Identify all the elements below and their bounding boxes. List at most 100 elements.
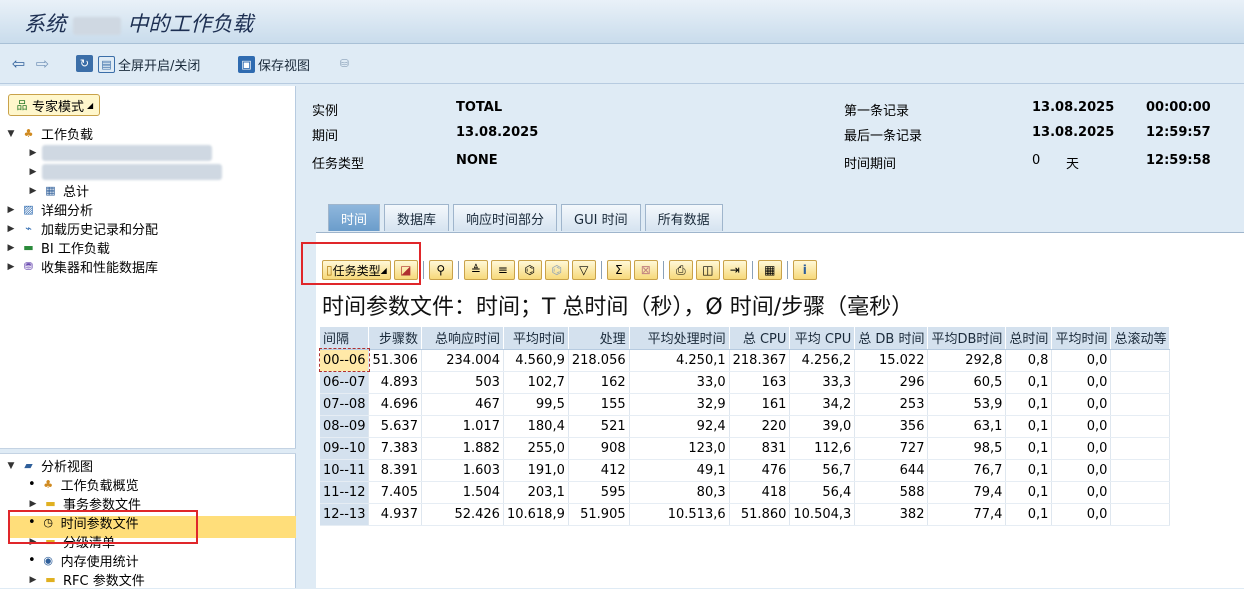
table-cell[interactable] — [1110, 437, 1171, 460]
table-cell[interactable]: 7.405 — [368, 481, 422, 504]
view-memory-usage[interactable]: • ◉ 内存使用统计 — [6, 551, 145, 570]
table-cell[interactable]: 595 — [568, 481, 630, 504]
table-cell[interactable]: 1.504 — [421, 481, 504, 504]
layout-button[interactable]: ▦ — [757, 260, 782, 280]
tab-all-data[interactable]: 所有数据 — [644, 204, 723, 231]
table-cell[interactable]: 32,9 — [629, 393, 730, 416]
subtotal-button[interactable]: ⊠ — [633, 260, 658, 280]
table-cell[interactable]: 218.367 — [729, 349, 791, 372]
column-header[interactable]: 间隔 — [320, 327, 370, 350]
table-cell[interactable]: 588 — [854, 481, 929, 504]
tree-node-collector[interactable]: ▶ ⛃ 收集器和性能数据库 — [6, 257, 222, 276]
table-cell[interactable]: 412 — [568, 459, 630, 482]
table-cell[interactable]: 1.882 — [421, 437, 504, 460]
table-cell[interactable]: 51.860 — [729, 503, 791, 526]
find-next-button[interactable]: ⌬ — [544, 260, 569, 280]
table-cell[interactable]: 0,1 — [1005, 437, 1053, 460]
table-row[interactable]: 00--06 51.306 234.004 4.560,9 218.056 4.250,1… — [319, 348, 1171, 372]
table-cell[interactable]: 92,4 — [629, 415, 730, 438]
column-header[interactable]: 步骤数 — [368, 327, 422, 350]
table-cell[interactable]: 15.022 — [854, 349, 929, 372]
interval-cell[interactable]: 08--09 — [320, 415, 370, 438]
table-cell[interactable]: 476 — [729, 459, 791, 482]
table-cell[interactable]: 56,4 — [789, 481, 856, 504]
table-cell[interactable]: 49,1 — [629, 459, 730, 482]
column-header[interactable]: 总 DB 时间 — [854, 327, 929, 350]
table-row[interactable]: 11--12 7.405 1.504 203,1 595 80,3 418 56,4 588 79… — [320, 481, 1171, 504]
table-cell[interactable] — [1110, 481, 1171, 504]
table-cell[interactable]: 382 — [854, 503, 929, 526]
table-cell[interactable]: 218.056 — [568, 349, 630, 372]
table-row[interactable]: 12--13 4.937 52.426 10.618,9 51.905 10.513,6 5… — [320, 503, 1171, 526]
table-cell[interactable]: 0,0 — [1051, 415, 1112, 438]
interval-cell[interactable]: 06--07 — [320, 371, 370, 394]
table-cell[interactable]: 0,1 — [1005, 459, 1053, 482]
table-cell[interactable]: 33,3 — [789, 371, 856, 394]
table-cell[interactable]: 5.637 — [368, 415, 422, 438]
table-cell[interactable]: 53,9 — [927, 393, 1007, 416]
table-cell[interactable]: 39,0 — [789, 415, 856, 438]
table-cell[interactable] — [1110, 459, 1171, 482]
tree-node-load-history[interactable]: ▶ ⌁ 加载历史记录和分配 — [6, 219, 222, 238]
table-cell[interactable]: 79,4 — [927, 481, 1007, 504]
interval-cell[interactable]: 07--08 — [320, 393, 370, 416]
table-cell[interactable]: 34,2 — [789, 393, 856, 416]
tree-node-detail-analysis[interactable]: ▶ ▨ 详细分析 — [6, 200, 222, 219]
table-cell[interactable]: 112,6 — [789, 437, 856, 460]
table-cell[interactable]: 162 — [568, 371, 630, 394]
sum-button[interactable]: Σ — [606, 260, 631, 280]
table-cell[interactable] — [1110, 415, 1171, 438]
table-cell[interactable]: 10.618,9 — [503, 503, 569, 526]
table-cell[interactable]: 253 — [854, 393, 929, 416]
tree-node-analysis-view[interactable]: ▼ ▰ 分析视图 — [6, 456, 145, 475]
column-header[interactable]: 总时间 — [1005, 327, 1053, 350]
table-cell[interactable]: 4.560,9 — [503, 349, 569, 372]
table-cell[interactable]: 0,1 — [1005, 415, 1053, 438]
tree-node-bi-workload[interactable]: ▶ ▬ BI 工作负载 — [6, 238, 222, 257]
table-cell[interactable]: 0,0 — [1051, 349, 1112, 372]
table-cell[interactable]: 220 — [729, 415, 791, 438]
table-cell[interactable]: 467 — [421, 393, 504, 416]
column-header[interactable]: 平均时间 — [503, 327, 569, 350]
view-rfc-profile[interactable]: ▶ ▬ RFC 参数文件 — [6, 570, 145, 589]
table-cell[interactable]: 0,0 — [1051, 371, 1112, 394]
filter-button[interactable]: ▽ — [571, 260, 596, 280]
table-cell[interactable]: 52.426 — [421, 503, 504, 526]
column-header[interactable]: 平均时间 — [1051, 327, 1112, 350]
table-cell[interactable] — [1110, 503, 1171, 526]
sort-ascending-button[interactable]: ≜ — [463, 260, 488, 280]
table-cell[interactable] — [1110, 371, 1171, 394]
table-cell[interactable]: 418 — [729, 481, 791, 504]
table-cell[interactable]: 4.256,2 — [789, 349, 856, 372]
table-cell[interactable]: 831 — [729, 437, 791, 460]
table-cell[interactable]: 77,4 — [927, 503, 1007, 526]
save-view-button[interactable]: ▣ 保存视图 — [238, 55, 310, 74]
table-cell[interactable]: 98,5 — [927, 437, 1007, 460]
table-cell[interactable]: 163 — [729, 371, 791, 394]
column-header[interactable]: 平均 CPU — [789, 327, 856, 350]
forward-button[interactable]: ⇨ — [34, 54, 51, 73]
table-cell[interactable]: 234.004 — [421, 349, 504, 372]
table-row[interactable]: 09--10 7.383 1.882 255,0 908 123,0 831 112,6 727… — [320, 437, 1171, 460]
table-row[interactable]: 08--09 5.637 1.017 180,4 521 92,4 220 39,0 356 63… — [320, 415, 1171, 438]
interval-cell[interactable]: 10--11 — [320, 459, 370, 482]
column-header[interactable]: 总响应时间 — [421, 327, 504, 350]
table-row[interactable]: 07--08 4.696 467 99,5 155 32,9 161 34,2 253 53,9 0… — [320, 393, 1171, 416]
table-cell[interactable]: 76,7 — [927, 459, 1007, 482]
table-cell[interactable]: 99,5 — [503, 393, 569, 416]
interval-cell[interactable]: 12--13 — [320, 503, 370, 526]
table-cell[interactable]: 155 — [568, 393, 630, 416]
tree-node-total[interactable]: ▶ ▦ 总计 — [6, 181, 222, 200]
interval-cell[interactable]: 11--12 — [320, 481, 370, 504]
fullscreen-toggle-button[interactable]: ▤ 全屏开启/关闭 — [98, 55, 200, 74]
column-header[interactable]: 处理 — [568, 327, 630, 350]
table-cell[interactable]: 33,0 — [629, 371, 730, 394]
table-cell[interactable]: 0,1 — [1005, 481, 1053, 504]
table-cell[interactable]: 296 — [854, 371, 929, 394]
table-cell[interactable]: 161 — [729, 393, 791, 416]
table-cell[interactable]: 51.905 — [568, 503, 630, 526]
table-cell[interactable]: 0,0 — [1051, 437, 1112, 460]
table-cell[interactable]: 0,0 — [1051, 459, 1112, 482]
table-cell[interactable]: 0,0 — [1051, 481, 1112, 504]
tree-node-workload[interactable]: ▼ ♣ 工作负载 — [6, 124, 222, 143]
